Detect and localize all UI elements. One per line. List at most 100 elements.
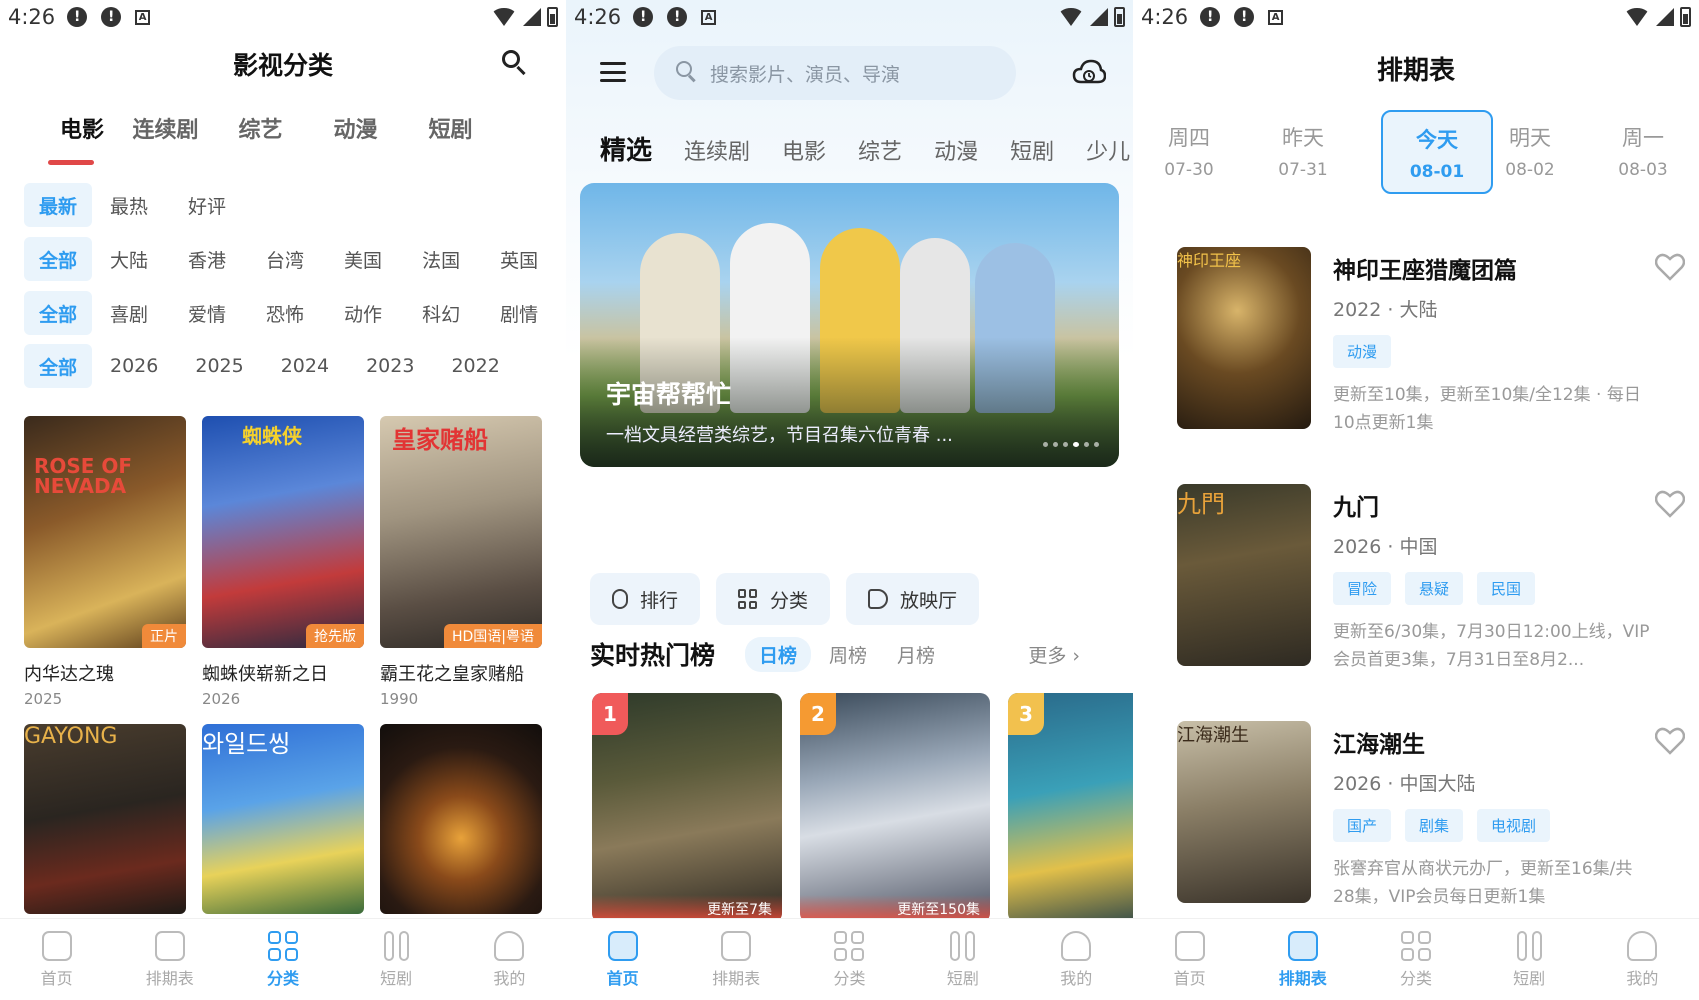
nav-schedule[interactable]: 排期表 <box>696 930 776 989</box>
tab-movie[interactable]: 电影 <box>46 112 118 144</box>
hot-card[interactable]: 1 更新至7集 <box>592 693 782 923</box>
cloud-history-icon[interactable] <box>1072 58 1106 88</box>
movie-poster[interactable]: 皇家赌船 HD国语|粤语 <box>380 416 542 648</box>
nav-category[interactable]: 分类 <box>809 930 889 989</box>
tab-featured[interactable]: 精选 <box>600 130 652 167</box>
nav-short-drama[interactable]: 短剧 <box>1489 930 1569 989</box>
day-tab[interactable]: 昨天 07-31 <box>1247 110 1359 194</box>
nav-profile[interactable]: 我的 <box>469 930 549 989</box>
search-icon[interactable] <box>502 50 528 76</box>
tab-variety[interactable]: 综艺 <box>858 134 902 166</box>
nav-schedule[interactable]: 排期表 <box>130 930 210 989</box>
tab-series[interactable]: 连续剧 <box>684 134 750 166</box>
movie-card[interactable]: 蜘蛛侠 抢先版 蜘蛛侠崭新之日 2026 <box>202 416 364 724</box>
movie-poster[interactable]: 와일드씽 <box>202 724 364 914</box>
filter-option[interactable]: 美国 <box>344 246 382 273</box>
person-icon <box>494 930 525 961</box>
filter-option[interactable]: 最热 <box>110 192 148 219</box>
movie-poster[interactable]: 蜘蛛侠 抢先版 <box>202 416 364 648</box>
filter-chip-all-year[interactable]: 全部 <box>24 344 92 388</box>
tab-short-drama[interactable]: 短剧 <box>1010 134 1054 166</box>
filter-option[interactable]: 法国 <box>422 246 460 273</box>
a-box-icon: A <box>701 9 717 25</box>
nav-short-drama[interactable]: 短剧 <box>923 930 1003 989</box>
filter-option[interactable]: 2025 <box>195 355 243 377</box>
ranking-button[interactable]: 排行 <box>590 573 701 625</box>
tab-variety[interactable]: 综艺 <box>213 112 308 144</box>
poster-text: 와일드씽 <box>202 730 291 758</box>
search-bar[interactable]: 搜索影片、演员、导演 <box>654 46 1016 100</box>
filter-option[interactable]: 2026 <box>110 355 158 377</box>
day-date: 08-03 <box>1618 160 1668 180</box>
home-icon <box>41 930 72 961</box>
nav-label: 我的 <box>1060 968 1093 988</box>
theater-button[interactable]: 放映厅 <box>846 573 980 625</box>
active-tab-underline <box>48 160 94 165</box>
nav-category[interactable]: 分类 <box>1376 930 1456 989</box>
filter-option[interactable]: 动作 <box>344 300 382 327</box>
filter-option[interactable]: 台湾 <box>266 246 304 273</box>
day-tab[interactable]: 周一 08-03 <box>1587 110 1699 194</box>
featured-banner[interactable]: 宇宙帮帮忙 一档文具经营类综艺，节目召集六位青春 ... <box>580 183 1119 467</box>
nav-label: 首页 <box>1173 968 1206 988</box>
heart-icon[interactable] <box>1655 727 1685 755</box>
filter-chip-latest[interactable]: 最新 <box>24 183 92 227</box>
tab-anime[interactable]: 动漫 <box>308 112 403 144</box>
filter-chip-all-genre[interactable]: 全部 <box>24 291 92 335</box>
filter-option[interactable]: 2024 <box>281 355 329 377</box>
tab-monthly[interactable]: 月榜 <box>897 641 935 668</box>
status-bar: 4:26 ! ! A <box>0 0 566 34</box>
show-tags: 动漫 <box>1333 335 1392 368</box>
tab-weekly[interactable]: 周榜 <box>829 641 867 668</box>
day-tab[interactable]: 明天 08-02 <box>1474 110 1586 194</box>
nav-home[interactable]: 首页 <box>583 930 663 989</box>
person-icon <box>1061 930 1092 961</box>
filter-option[interactable]: 恐怖 <box>266 300 304 327</box>
filter-option[interactable]: 2022 <box>451 355 499 377</box>
movie-poster[interactable] <box>380 724 542 914</box>
movie-poster[interactable]: GAYONG <box>24 724 186 914</box>
nav-home[interactable]: 首页 <box>1150 930 1230 989</box>
filter-option[interactable]: 好评 <box>188 192 226 219</box>
short-drama-icon <box>948 930 978 961</box>
show-poster[interactable]: 江海潮生 <box>1177 721 1311 903</box>
nav-schedule[interactable]: 排期表 <box>1263 930 1343 989</box>
show-poster[interactable]: 九門 <box>1177 484 1311 666</box>
tab-daily[interactable]: 日榜 <box>745 636 812 672</box>
nav-short-drama[interactable]: 短剧 <box>356 930 436 989</box>
filter-chip-all-region[interactable]: 全部 <box>24 237 92 281</box>
filter-option[interactable]: 喜剧 <box>110 300 148 327</box>
filter-option[interactable]: 科幻 <box>422 300 460 327</box>
filter-option[interactable]: 爱情 <box>188 300 226 327</box>
movie-poster[interactable]: ROSE OF NEVADA 正片 <box>24 416 186 648</box>
nav-home[interactable]: 首页 <box>17 930 97 989</box>
tab-kids[interactable]: 少儿 <box>1086 134 1130 166</box>
filter-option[interactable]: 英国 <box>500 246 538 273</box>
poster-text: 九門 <box>1177 490 1225 518</box>
tab-series[interactable]: 连续剧 <box>118 112 213 144</box>
filter-option[interactable]: 剧情 <box>500 300 538 327</box>
status-bar: 4:26 ! ! A <box>1133 0 1699 34</box>
filter-option[interactable]: 2023 <box>366 355 414 377</box>
hot-card[interactable]: 3 <box>1008 693 1133 923</box>
tab-movie[interactable]: 电影 <box>782 134 826 166</box>
menu-icon[interactable] <box>600 62 626 82</box>
heart-icon[interactable] <box>1655 490 1685 518</box>
filter-option[interactable]: 大陆 <box>110 246 148 273</box>
tab-short-drama[interactable]: 短剧 <box>403 112 498 144</box>
filter-option[interactable]: 香港 <box>188 246 226 273</box>
nav-profile[interactable]: 我的 <box>1602 930 1682 989</box>
heart-icon[interactable] <box>1655 253 1685 281</box>
category-button[interactable]: 分类 <box>716 573 831 625</box>
category-grid-icon <box>834 930 865 961</box>
movie-card[interactable]: ROSE OF NEVADA 正片 内华达之瑰 2025 <box>24 416 186 724</box>
nav-category[interactable]: 分类 <box>243 930 323 989</box>
nav-profile[interactable]: 我的 <box>1036 930 1116 989</box>
tab-anime[interactable]: 动漫 <box>934 134 978 166</box>
day-tab[interactable]: 周四 07-30 <box>1133 110 1245 194</box>
show-poster[interactable]: 神印王座 <box>1177 247 1311 429</box>
category-grid-icon <box>738 589 758 609</box>
movie-card[interactable]: 皇家赌船 HD国语|粤语 霸王花之皇家赌船 1990 <box>380 416 542 724</box>
hot-card[interactable]: 2 更新至150集 <box>800 693 990 923</box>
more-link[interactable]: 更多 › <box>1028 641 1080 668</box>
